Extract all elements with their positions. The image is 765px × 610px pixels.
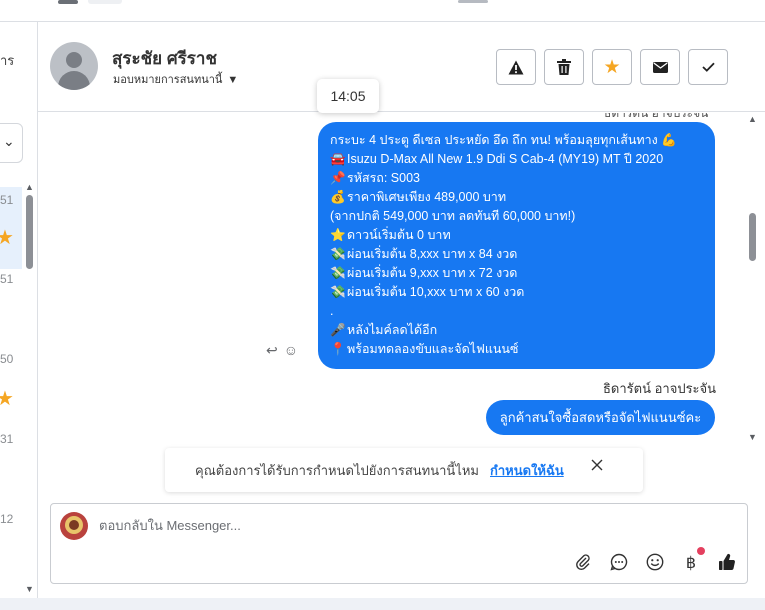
message-line: 🚘Isuzu D-Max All New 1.9 Ddi S Cab-4 (MY… <box>330 150 703 169</box>
message-line: . <box>330 302 703 321</box>
message-line-text: ราคาพิเศษเพียง 489,000 บาท <box>347 190 507 204</box>
timestamp-tooltip: 14:05 <box>317 79 379 113</box>
message-line: 💸ผ่อนเริ่มต้น 10,xxx บาท x 60 งวด <box>330 283 703 302</box>
reply-input[interactable] <box>99 518 519 533</box>
conversation-header: สุระชัย ศรีราช มอบหมายการสนทนานี้ ▼ ★ <box>38 22 765 112</box>
avatar[interactable] <box>50 42 98 90</box>
scroll-up-icon[interactable]: ▲ <box>25 182 34 192</box>
scroll-up-icon[interactable]: ▲ <box>748 114 757 124</box>
message-line: 🎤หลังไมค์ลดได้อีก <box>330 321 703 340</box>
message-line-text: (จากปกติ 549,000 บาท ลดทันที 60,000 บาท!… <box>330 209 576 223</box>
emoji-icon: 💰 <box>330 190 346 204</box>
saved-reply-icon[interactable] <box>607 550 631 574</box>
message-reactions: ↩ ☺ <box>266 342 298 359</box>
emoji-icon: ⭐ <box>330 228 346 242</box>
toolbar-chip[interactable] <box>88 0 122 4</box>
list-item-count: 51 <box>0 193 14 207</box>
mark-unread-button[interactable] <box>640 49 680 85</box>
assign-label: มอบหมายการสนทนานี้ <box>113 74 223 86</box>
star-icon: ★ <box>0 227 14 249</box>
assign-notice-banner: คุณต้องการได้รับการกำหนดไปยังการสนทนานี้… <box>165 448 643 492</box>
trash-icon <box>557 59 571 75</box>
scrollbar-thumb[interactable] <box>26 195 33 269</box>
paperclip-icon[interactable] <box>571 550 595 574</box>
reply-icon[interactable]: ↩ <box>266 342 278 358</box>
inbox-window: าร ⌄ 51 ★ 51 50 ★ 31 12 ▲ ▼ สุระชัย ศรีร… <box>0 0 765 598</box>
list-scrollbar[interactable]: ▲ ▼ <box>24 182 35 598</box>
emoji-icon: 🚘 <box>330 152 346 166</box>
report-spam-button[interactable] <box>496 49 536 85</box>
message-line-text: ผ่อนเริ่มต้น 10,xxx บาท x 60 งวด <box>347 285 525 299</box>
thread-scrollbar[interactable]: ▲ ▼ <box>747 114 759 444</box>
message-line: 💸ผ่อนเริ่มต้น 8,xxx บาท x 84 งวด <box>330 245 703 264</box>
star-icon: ★ <box>603 56 621 78</box>
assign-to-me-link[interactable]: กำหนดให้ฉัน <box>490 460 564 481</box>
message-line-text: Isuzu D-Max All New 1.9 Ddi S Cab-4 (MY1… <box>347 152 664 166</box>
message-line: (จากปกติ 549,000 บาท ลดทันที 60,000 บาท!… <box>330 207 703 226</box>
list-item-count: 50 <box>0 352 14 366</box>
emoji-icon: 📌 <box>330 171 346 185</box>
envelope-icon <box>652 61 668 73</box>
emoji-icon[interactable] <box>643 550 667 574</box>
chevron-down-icon: ⌄ <box>3 133 15 149</box>
conversation-list: าร ⌄ 51 ★ 51 50 ★ 31 12 ▲ ▼ <box>0 22 38 598</box>
emoji-icon: 💸 <box>330 247 346 261</box>
emoji-reaction-icon[interactable]: ☺ <box>284 342 298 358</box>
message-line-text: กระบะ 4 ประตู ดีเซล ประหยัด อึด ถึก ทน! … <box>330 133 677 147</box>
top-toolbar <box>0 0 765 22</box>
message-line-text: ผ่อนเริ่มต้น 8,xxx บาท x 84 งวด <box>347 247 518 261</box>
list-item-count: 31 <box>0 432 14 446</box>
star-button[interactable]: ★ <box>592 49 632 85</box>
agent-name: ธิดารัตน์ อาจประจัน <box>603 381 717 396</box>
message-line: 📍พร้อมทดลองขับและจัดไฟแนนซ์ <box>330 340 703 359</box>
message-line-text: พร้อมทดลองขับและจัดไฟแนนซ์ <box>347 342 519 356</box>
scrollbar-thumb[interactable] <box>749 213 756 261</box>
toolbar-fragment <box>58 0 78 4</box>
emoji-icon: 💸 <box>330 266 346 280</box>
assign-dropdown[interactable]: มอบหมายการสนทนานี้ ▼ <box>113 70 238 88</box>
list-header-fragment: าร <box>0 53 15 68</box>
mark-done-button[interactable] <box>688 49 728 85</box>
scroll-down-icon[interactable]: ▼ <box>748 432 757 442</box>
message-line: 📌รหัสรถ: S003 <box>330 169 703 188</box>
list-filter-dropdown[interactable]: ⌄ <box>0 123 23 163</box>
close-icon[interactable] <box>591 459 603 474</box>
emoji-icon: 🎤 <box>330 323 346 337</box>
list-item-count: 12 <box>0 512 14 526</box>
delete-button[interactable] <box>544 49 584 85</box>
message-line: 💰ราคาพิเศษเพียง 489,000 บาท <box>330 188 703 207</box>
notification-dot <box>697 547 705 555</box>
emoji-icon: 📍 <box>330 342 346 356</box>
caret-down-icon: ▼ <box>227 74 239 86</box>
page-avatar-logo <box>69 520 79 530</box>
message-line: 💸ผ่อนเริ่มต้น 9,xxx บาท x 72 งวด <box>330 264 703 283</box>
thumbs-up-icon[interactable] <box>715 550 739 574</box>
notice-text: คุณต้องการได้รับการกำหนดไปยังการสนทนานี้… <box>195 463 479 478</box>
message-line: ⭐ดาวน์เริ่มต้น 0 บาท <box>330 226 703 245</box>
page-avatar <box>60 512 88 540</box>
list-item-count: 51 <box>0 272 14 286</box>
warning-icon <box>508 60 524 74</box>
message-line-text: รหัสรถ: S003 <box>347 171 421 185</box>
emoji-icon: 💸 <box>330 285 346 299</box>
customer-message-bubble[interactable]: กระบะ 4 ประตู ดีเซล ประหยัด อึด ถึก ทน! … <box>318 122 715 369</box>
scroll-down-icon[interactable]: ▼ <box>25 584 34 594</box>
toolbar-fragment <box>458 0 488 3</box>
message-line-text: ดาวน์เริ่มต้น 0 บาท <box>347 228 451 242</box>
checkmark-icon <box>701 62 715 72</box>
avatar-silhouette <box>66 52 82 68</box>
avatar-silhouette <box>58 71 90 90</box>
composer-tools: ฿ <box>571 547 741 574</box>
message-line: กระบะ 4 ประตู ดีเซล ประหยัด อึด ถึก ทน! … <box>330 131 703 150</box>
message-line-text: หลังไมค์ลดได้อีก <box>347 323 438 337</box>
agent-message-bubble[interactable]: ลูกค้าสนใจซื้อสดหรือจัดไฟแนนซ์คะ <box>486 400 715 435</box>
star-icon: ★ <box>0 388 14 410</box>
customer-name[interactable]: สุระชัย ศรีราช <box>112 45 217 72</box>
message-thread: ธิดารัตน์ อาจประจัน กระบะ 4 ประตู ดีเซล … <box>38 113 765 448</box>
message-line-text: ผ่อนเริ่มต้น 9,xxx บาท x 72 งวด <box>347 266 518 280</box>
message-line-text: . <box>330 304 334 318</box>
reply-composer: ฿ <box>50 503 748 584</box>
